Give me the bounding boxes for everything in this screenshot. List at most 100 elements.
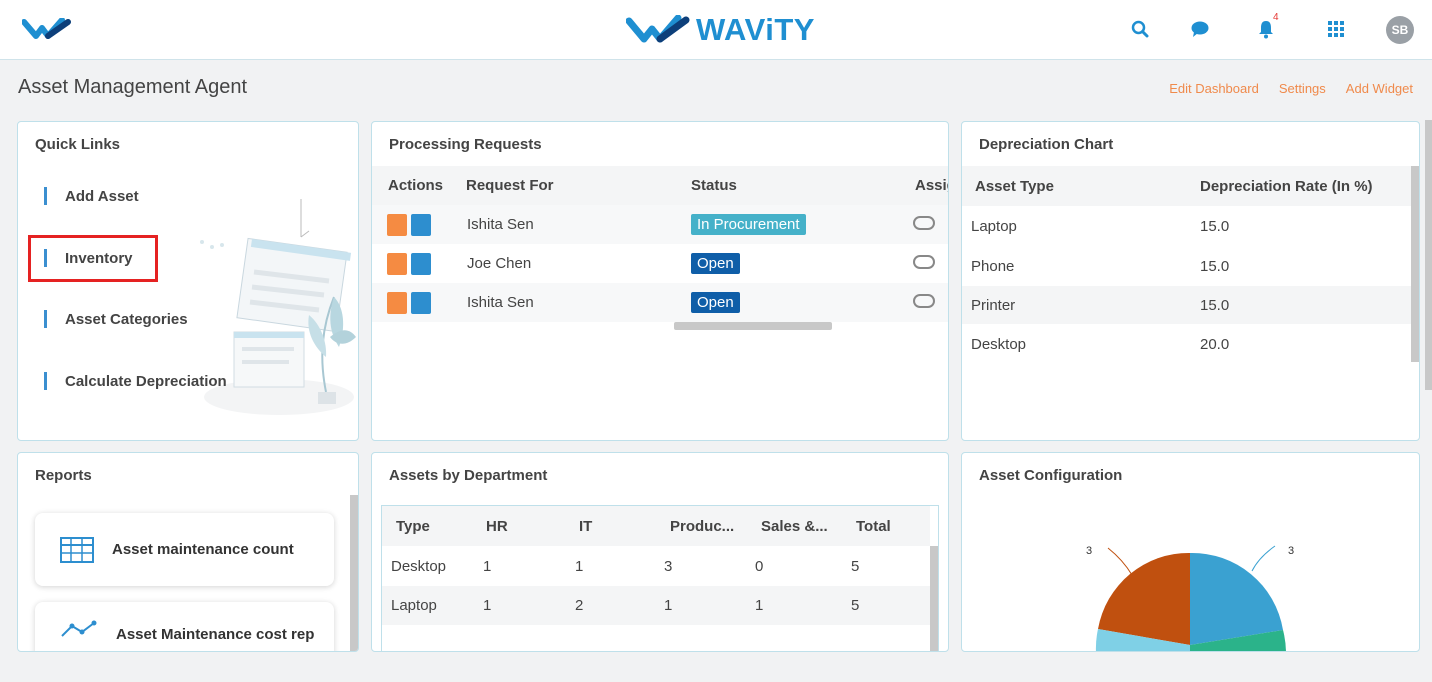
col-request-for: Request For: [466, 177, 554, 194]
edit-icon[interactable]: [387, 213, 407, 236]
asset-configuration-pie-chart: 3 3: [1086, 545, 1294, 651]
reports-title: Reports: [35, 467, 92, 484]
table-row: Laptop 15.0: [962, 206, 1411, 246]
sales-cell: 0: [755, 557, 764, 575]
col-depreciation-rate: Depreciation Rate (In %): [1200, 177, 1373, 195]
total-cell: 5: [851, 597, 860, 614]
asset-type-cell: Desktop: [971, 335, 1027, 353]
rate-cell: 20.0: [1200, 335, 1230, 353]
assign-toggle[interactable]: [913, 293, 935, 308]
quick-link-label: Add Asset: [65, 187, 139, 205]
type-cell: Desktop: [391, 557, 447, 575]
total-cell: 5: [851, 557, 860, 575]
horizontal-scrollbar[interactable]: [674, 322, 832, 330]
report-label: Asset Maintenance cost rep: [116, 626, 315, 643]
table-row: Desktop 20.0: [962, 324, 1411, 364]
reports-card: Reports Asset maintenance count Asset Ma…: [17, 452, 359, 652]
quick-link-add-asset[interactable]: Add Asset: [44, 185, 139, 207]
page-scrollbar[interactable]: [1425, 120, 1432, 390]
col-hr: HR: [486, 517, 508, 535]
depreciation-chart-title: Depreciation Chart: [979, 136, 1114, 153]
table-header-row: Asset Type Depreciation Rate (In %): [962, 166, 1411, 206]
sales-cell: 1: [755, 597, 764, 614]
report-asset-maintenance-cost[interactable]: Asset Maintenance cost rep: [35, 602, 334, 651]
rate-cell: 15.0: [1200, 217, 1230, 235]
assets-by-department-title: Assets by Department: [389, 467, 548, 484]
chat-icon[interactable]: [1189, 18, 1211, 40]
processing-requests-table: Actions Request For Status Assig Ishita …: [372, 166, 948, 322]
link-bar: [44, 372, 47, 390]
vertical-scrollbar[interactable]: [1411, 166, 1419, 362]
apps-grid-icon[interactable]: [1325, 18, 1347, 40]
view-icon[interactable]: [411, 291, 431, 314]
scrollbar-thumb[interactable]: [1411, 166, 1419, 362]
report-asset-maintenance-count[interactable]: Asset maintenance count: [35, 513, 334, 586]
depreciation-chart-card: Depreciation Chart Asset Type Depreciati…: [961, 121, 1420, 441]
table-row: Joe Chen Open: [372, 244, 948, 283]
col-production: Produc...: [670, 517, 735, 535]
table-header-row: Type HR IT Produc... Sales &... Total: [382, 506, 930, 546]
assets-by-department-table: Type HR IT Produc... Sales &... Total De…: [382, 506, 930, 625]
processing-requests-card: Processing Requests Actions Request For …: [371, 121, 949, 441]
page-title: Asset Management Agent: [18, 76, 248, 98]
table-row: Phone 15.0: [962, 246, 1411, 286]
col-it: IT: [579, 517, 593, 535]
hr-cell: 1: [483, 557, 492, 575]
quick-link-calculate-depreciation[interactable]: Calculate Depreciation: [44, 370, 227, 392]
view-icon[interactable]: [411, 252, 431, 275]
brand-name: WAViTY: [696, 12, 815, 47]
pie-label-right: 3: [1288, 545, 1294, 557]
quick-link-asset-categories[interactable]: Asset Categories: [44, 308, 188, 330]
assign-toggle[interactable]: [913, 215, 935, 230]
col-type: Type: [396, 517, 430, 535]
asset-type-cell: Printer: [971, 296, 1016, 314]
quick-link-label: Asset Categories: [65, 310, 188, 328]
edit-icon[interactable]: [387, 291, 407, 314]
vertical-scrollbar[interactable]: [930, 546, 938, 651]
label-leader-left: [1107, 547, 1133, 576]
request-for-cell: Ishita Sen: [467, 294, 534, 311]
request-for-cell: Joe Chen: [467, 255, 532, 272]
it-cell: 1: [575, 557, 584, 575]
edit-icon[interactable]: [387, 252, 407, 275]
add-widget-link[interactable]: Add Widget: [1346, 81, 1413, 96]
col-total: Total: [856, 517, 891, 535]
quick-links-title: Quick Links: [35, 136, 121, 153]
table-header-row: Actions Request For Status Assig: [372, 166, 948, 205]
inventory-highlight-box: [28, 235, 158, 282]
pie-slice-orange[interactable]: [1098, 552, 1190, 645]
assign-toggle[interactable]: [913, 254, 935, 269]
user-avatar[interactable]: SB: [1386, 16, 1414, 44]
line-chart-icon: [61, 620, 97, 637]
depreciation-table: Asset Type Depreciation Rate (In %) Lapt…: [962, 166, 1411, 364]
col-assigned: Assig: [915, 177, 948, 194]
status-badge: In Procurement: [691, 214, 806, 235]
asset-configuration-card: Asset Configuration 3 3: [961, 452, 1420, 652]
col-actions: Actions: [388, 177, 444, 194]
asset-type-cell: Phone: [971, 257, 1015, 275]
brand-mark-icon: [626, 15, 690, 43]
col-asset-type: Asset Type: [975, 177, 1054, 195]
table-row: Printer 15.0: [962, 286, 1411, 324]
rate-cell: 15.0: [1200, 296, 1230, 314]
notification-badge: 4: [1273, 12, 1279, 23]
top-bar: WAViTY 4 SB: [0, 0, 1432, 60]
pie-slice-blue[interactable]: [1190, 552, 1283, 645]
report-label: Asset maintenance count: [112, 541, 294, 558]
link-bar: [44, 187, 47, 205]
label-leader-right: [1251, 545, 1276, 572]
col-sales: Sales &...: [761, 517, 828, 535]
production-cell: 3: [664, 557, 673, 575]
assets-table-container: Type HR IT Produc... Sales &... Total De…: [381, 505, 939, 651]
vertical-scrollbar[interactable]: [350, 495, 358, 651]
brand-logo[interactable]: WAViTY: [626, 12, 815, 48]
edit-dashboard-link[interactable]: Edit Dashboard: [1169, 81, 1259, 96]
asset-type-cell: Laptop: [971, 217, 1017, 235]
search-icon[interactable]: [1129, 18, 1151, 40]
status-badge: Open: [691, 292, 740, 313]
settings-link[interactable]: Settings: [1279, 81, 1326, 96]
table-row: Laptop 1 2 1 1 5: [382, 586, 930, 625]
wavity-logo-icon[interactable]: [21, 17, 74, 45]
view-icon[interactable]: [411, 213, 431, 236]
table-icon: [60, 536, 94, 563]
